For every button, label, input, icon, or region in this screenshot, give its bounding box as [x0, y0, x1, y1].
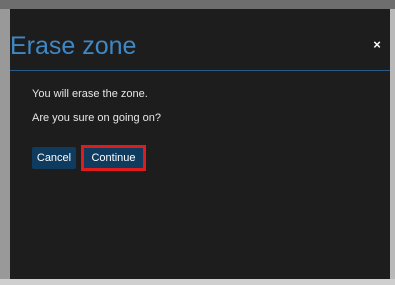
background-bottom: [0, 279, 395, 285]
continue-button[interactable]: Continue: [83, 147, 144, 169]
dialog-message-erase: You will erase the zone.: [32, 88, 148, 100]
close-icon[interactable]: ×: [370, 38, 384, 52]
erase-zone-dialog: Erase zone × You will erase the zone. Ar…: [10, 9, 390, 279]
background-left: [0, 9, 10, 279]
dialog-message-confirm: Are you sure on going on?: [32, 112, 162, 124]
dialog-title: Erase zone: [10, 32, 137, 60]
background-right: [390, 9, 395, 279]
cancel-button[interactable]: Cancel: [32, 147, 76, 169]
background-top: [0, 0, 395, 9]
dialog-header: Erase zone ×: [10, 9, 390, 71]
